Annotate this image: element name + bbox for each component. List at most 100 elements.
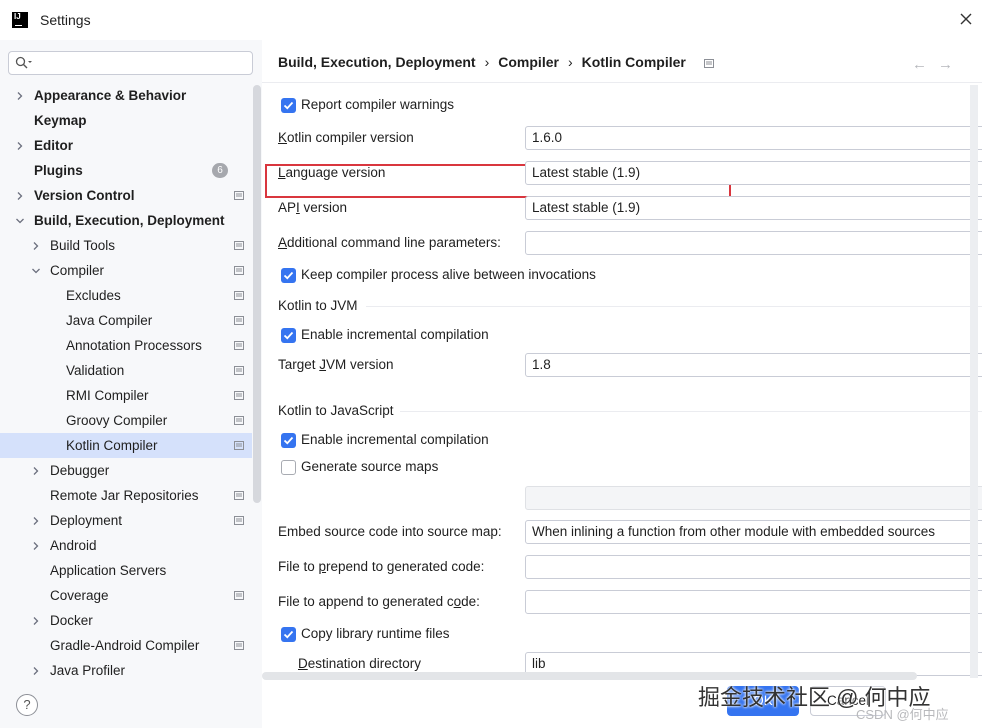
sidebar-item-validation[interactable]: Validation	[0, 358, 252, 383]
sidebar-item-label: Debugger	[50, 463, 110, 478]
source-map-prefix-input	[525, 486, 982, 510]
project-settings-icon	[703, 58, 714, 68]
chevron-down-icon[interactable]	[15, 216, 25, 226]
chevron-right-icon[interactable]	[15, 141, 25, 151]
report-warnings-checkbox[interactable]	[281, 98, 296, 113]
sidebar-item-java-compiler[interactable]: Java Compiler	[0, 308, 252, 333]
jvm-incremental-label: Enable incremental compilation	[301, 327, 489, 342]
target-jvm-label: Target JVM version	[278, 357, 394, 372]
main-scrollbar[interactable]	[970, 85, 978, 678]
sidebar-item-excludes[interactable]: Excludes	[0, 283, 252, 308]
api-version-label: API version	[278, 200, 348, 215]
back-arrow-icon[interactable]: ←	[912, 56, 927, 73]
sidebar-item-build-tools[interactable]: Build Tools	[0, 233, 252, 258]
sidebar-item-docker[interactable]: Docker	[0, 608, 252, 633]
help-button[interactable]: ?	[16, 694, 38, 716]
sidebar-item-editor[interactable]: Editor	[0, 133, 252, 158]
sidebar-item-label: Java Profiler	[50, 663, 126, 678]
additional-params-input[interactable]	[525, 231, 982, 255]
project-settings-icon	[234, 241, 244, 250]
sidebar-item-appearance-behavior[interactable]: Appearance & Behavior	[0, 83, 252, 108]
forward-arrow-icon[interactable]: →	[938, 56, 953, 73]
chevron-right-icon[interactable]	[31, 666, 41, 676]
settings-tree: Appearance & Behavior Keymap Editor Plugins…	[0, 83, 252, 683]
sidebar-item-groovy-compiler[interactable]: Groovy Compiler	[0, 408, 252, 433]
breadcrumb-item[interactable]: Compiler	[498, 54, 559, 70]
target-jvm-select[interactable]: 1.8	[525, 353, 982, 377]
jvm-incremental-checkbox[interactable]	[281, 328, 296, 343]
source-maps-checkbox[interactable]	[281, 460, 296, 475]
breadcrumb-item[interactable]: Build, Execution, Deployment	[278, 54, 476, 70]
sidebar-item-annotation-processors[interactable]: Annotation Processors	[0, 333, 252, 358]
sidebar-item-version-control[interactable]: Version Control	[0, 183, 252, 208]
sidebar-item-java-profiler[interactable]: Java Profiler	[0, 658, 252, 683]
sidebar-item-plugins[interactable]: Plugins 6	[0, 158, 252, 183]
sidebar-item-label: Gradle-Android Compiler	[50, 638, 200, 653]
sidebar-item-build-execution-deployment[interactable]: Build, Execution, Deployment	[0, 208, 252, 233]
sidebar-item-label: Application Servers	[50, 563, 167, 578]
keep-alive-label: Keep compiler process alive between invo…	[301, 267, 596, 282]
js-incremental-checkbox[interactable]	[281, 433, 296, 448]
chevron-right-icon[interactable]	[15, 91, 25, 101]
watermark-text-secondary: CSDN @何中应	[856, 707, 949, 722]
sidebar-item-label: Java Compiler	[66, 313, 153, 328]
plugins-update-badge: 6	[212, 163, 228, 178]
language-version-select[interactable]: Latest stable (1.9)	[525, 161, 982, 185]
sidebar-item-rmi-compiler[interactable]: RMI Compiler	[0, 383, 252, 408]
sidebar-item-label: Compiler	[50, 263, 105, 278]
breadcrumb: Build, Execution, Deployment › Compiler › Ko…	[278, 54, 714, 70]
chevron-right-icon[interactable]	[31, 466, 41, 476]
chevron-right-icon[interactable]	[31, 241, 41, 251]
chevron-right-icon[interactable]	[31, 541, 41, 551]
intellij-logo-icon: IJ	[12, 12, 28, 28]
project-settings-icon	[234, 491, 244, 500]
report-warnings-label: Report compiler warnings	[301, 97, 455, 112]
project-settings-icon	[234, 641, 244, 650]
chevron-down-icon[interactable]	[31, 266, 41, 276]
chevron-right-icon[interactable]	[15, 191, 25, 201]
copy-runtime-checkbox[interactable]	[281, 627, 296, 642]
sidebar-item-compiler[interactable]: Compiler	[0, 258, 252, 283]
sidebar-scrollbar[interactable]	[253, 85, 261, 503]
sidebar-item-debugger[interactable]: Debugger	[0, 458, 252, 483]
sidebar-item-label: Appearance & Behavior	[34, 88, 187, 103]
close-icon[interactable]	[956, 9, 976, 29]
sidebar-item-label: Version Control	[34, 188, 135, 203]
api-version-select[interactable]: Latest stable (1.9)	[525, 196, 982, 220]
compiler-version-label: Kotlin compiler version	[278, 130, 414, 145]
section-divider	[400, 411, 982, 412]
sidebar-item-label: Groovy Compiler	[66, 413, 168, 428]
sidebar-item-keymap[interactable]: Keymap	[0, 108, 252, 133]
sidebar-item-coverage[interactable]: Coverage	[0, 583, 252, 608]
append-file-input[interactable]	[525, 590, 982, 614]
sidebar-item-label: Deployment	[50, 513, 123, 528]
chevron-right-icon[interactable]	[31, 516, 41, 526]
prepend-file-input[interactable]	[525, 555, 982, 579]
sidebar-item-label: Editor	[34, 138, 73, 153]
sidebar-item-android[interactable]: Android	[0, 533, 252, 558]
keep-alive-checkbox[interactable]	[281, 268, 296, 283]
project-settings-icon	[234, 291, 244, 300]
horizontal-scrollbar[interactable]	[262, 672, 917, 680]
sidebar-item-label: Excludes	[66, 288, 121, 303]
sidebar-item-label: Annotation Processors	[66, 338, 202, 353]
project-settings-icon	[234, 391, 244, 400]
chevron-right-icon[interactable]	[31, 616, 41, 626]
project-settings-icon	[234, 516, 244, 525]
compiler-version-select[interactable]: 1.6.0	[525, 126, 982, 150]
sidebar-item-deployment[interactable]: Deployment	[0, 508, 252, 533]
project-settings-icon	[234, 591, 244, 600]
js-incremental-label: Enable incremental compilation	[301, 432, 489, 447]
source-maps-label: Generate source maps	[301, 459, 439, 474]
embed-source-select[interactable]: When inlining a function from other modu…	[525, 520, 982, 544]
sidebar-item-remote-jar-repositories[interactable]: Remote Jar Repositories	[0, 483, 252, 508]
sidebar-item-application-servers[interactable]: Application Servers	[0, 558, 252, 583]
sidebar-item-gradle-android-compiler[interactable]: Gradle-Android Compiler	[0, 633, 252, 658]
sidebar-item-label: Build Tools	[50, 238, 116, 253]
project-settings-icon	[234, 366, 244, 375]
settings-search-input[interactable]	[8, 51, 253, 75]
sidebar-item-kotlin-compiler[interactable]: Kotlin Compiler	[0, 433, 252, 458]
embed-source-label: Embed source code into source map:	[278, 524, 502, 539]
project-settings-icon	[234, 441, 244, 450]
sidebar-item-label: Keymap	[34, 113, 87, 128]
